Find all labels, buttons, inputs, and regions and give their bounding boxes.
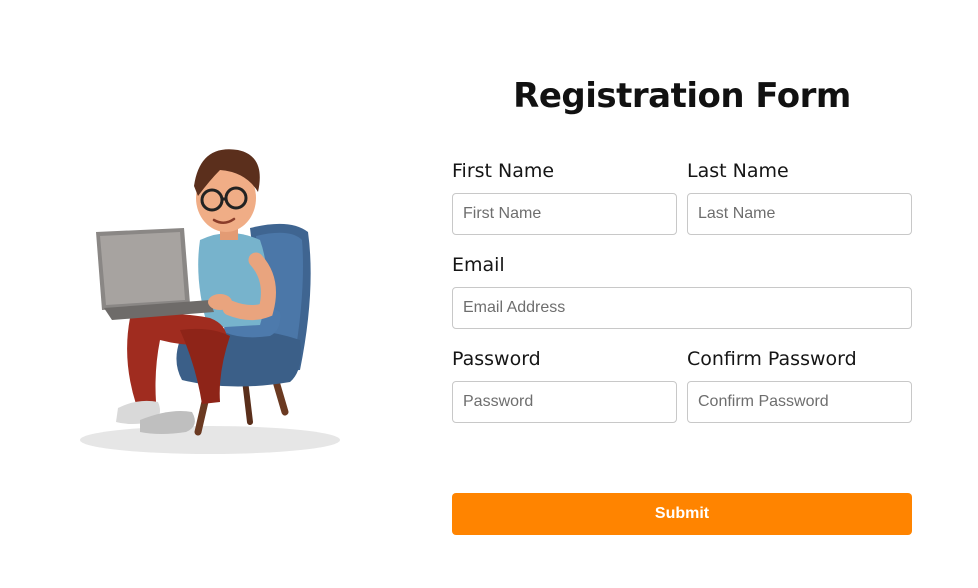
confirm-password-label: Confirm Password: [687, 348, 857, 370]
first-name-field[interactable]: [452, 193, 677, 235]
email-field[interactable]: [452, 287, 912, 329]
first-name-label: First Name: [452, 160, 555, 182]
person-with-laptop-illustration: [80, 149, 340, 454]
last-name-field[interactable]: [687, 193, 912, 235]
form-title: Registration Form: [513, 76, 851, 116]
password-field[interactable]: [452, 381, 677, 423]
password-label: Password: [452, 348, 541, 370]
last-name-label: Last Name: [687, 160, 789, 182]
email-label: Email: [452, 254, 505, 276]
confirm-password-field[interactable]: [687, 381, 912, 423]
registration-page: Registration Form First Name Last Name E…: [0, 0, 978, 588]
submit-button[interactable]: Submit: [452, 493, 912, 535]
